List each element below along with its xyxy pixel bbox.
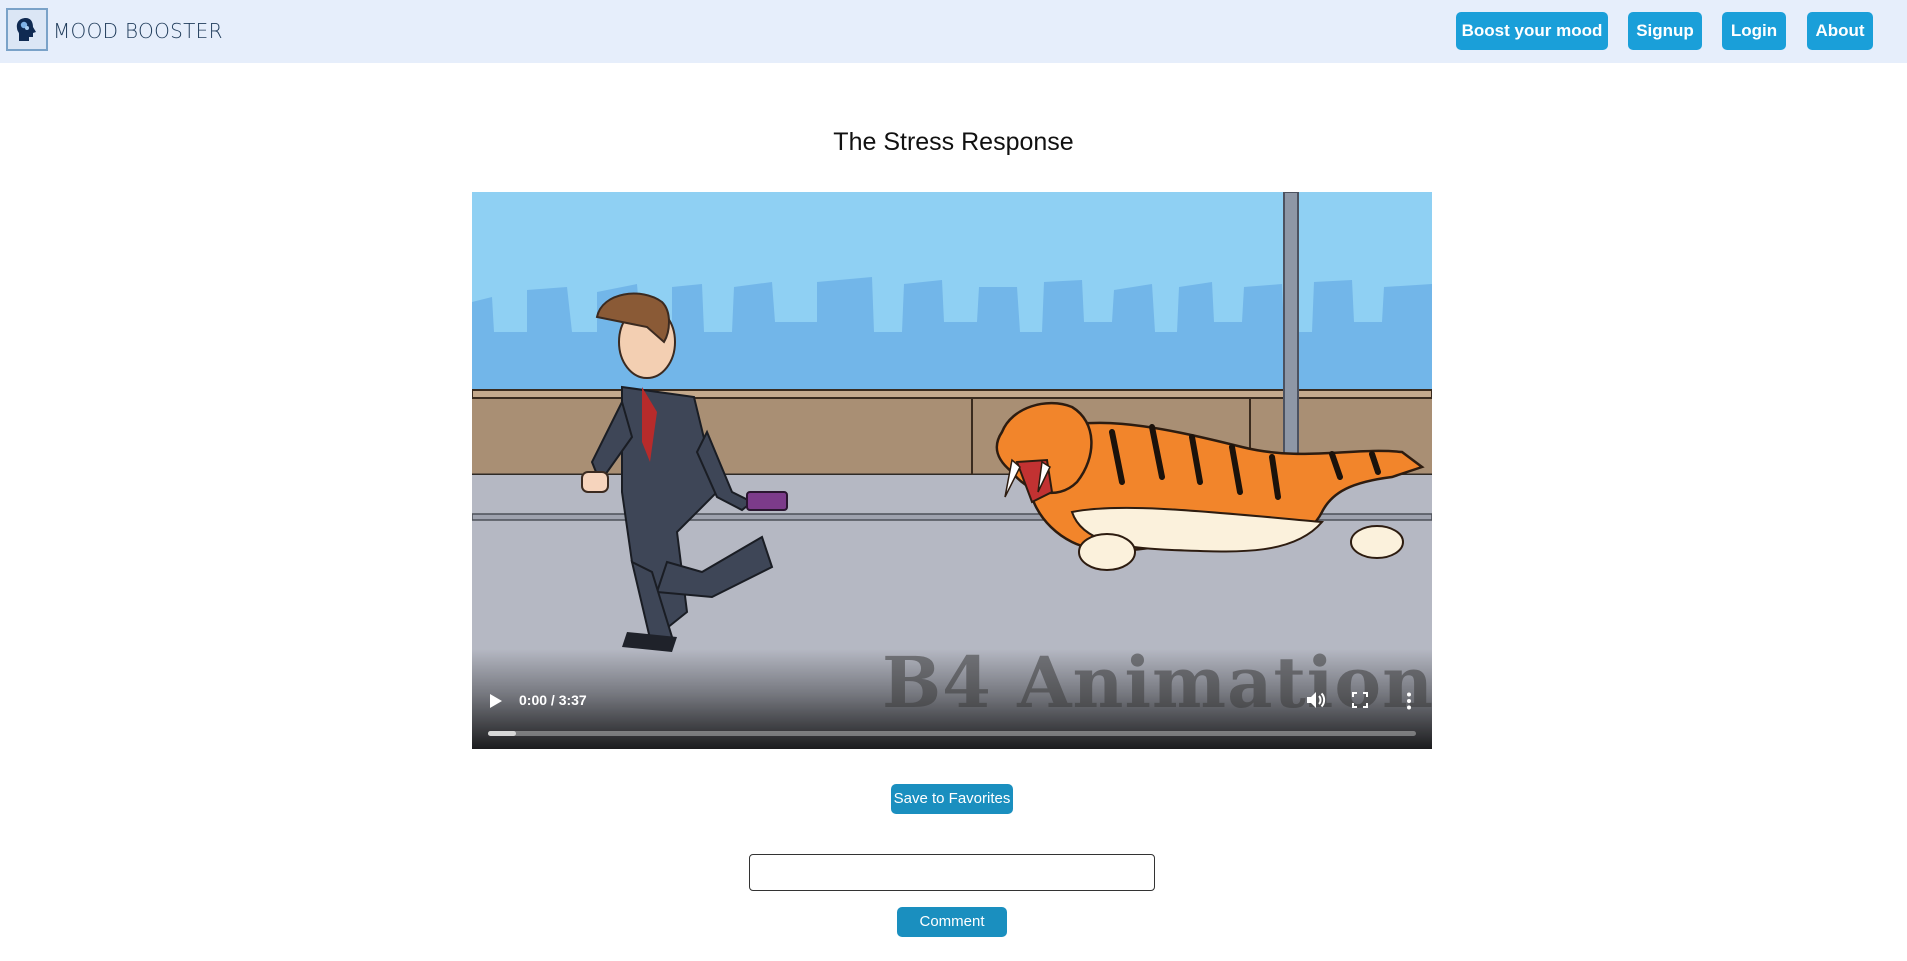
signup-button[interactable]: Signup bbox=[1628, 12, 1702, 50]
video-controls: B4 Animation 0:00 / 3:37 bbox=[472, 641, 1432, 749]
navbar: MOOD BOOSTER Boost your mood Signup Logi… bbox=[0, 0, 1907, 63]
video-watermark: B4 Animation bbox=[882, 641, 1432, 724]
about-button[interactable]: About bbox=[1807, 12, 1873, 50]
video-player[interactable]: B4 Animation 0:00 / 3:37 bbox=[472, 192, 1432, 749]
fullscreen-icon[interactable] bbox=[1352, 692, 1368, 708]
login-button[interactable]: Login bbox=[1722, 12, 1786, 50]
video-buffered-progress bbox=[488, 731, 516, 736]
brand-name[interactable]: MOOD BOOSTER bbox=[53, 19, 223, 43]
comment-button[interactable]: Comment bbox=[897, 907, 1007, 937]
more-options-icon[interactable] bbox=[1406, 692, 1412, 710]
logo[interactable] bbox=[6, 8, 48, 51]
play-icon[interactable] bbox=[490, 694, 502, 708]
brain-head-icon bbox=[16, 18, 36, 41]
video-time-display: 0:00 / 3:37 bbox=[519, 692, 587, 708]
page-title: The Stress Response bbox=[833, 128, 1074, 156]
video-progress-bar[interactable] bbox=[488, 731, 1416, 736]
save-to-favorites-button[interactable]: Save to Favorites bbox=[891, 784, 1013, 814]
volume-icon[interactable] bbox=[1305, 690, 1327, 710]
boost-mood-button[interactable]: Boost your mood bbox=[1456, 12, 1608, 50]
comment-input[interactable] bbox=[749, 854, 1155, 891]
